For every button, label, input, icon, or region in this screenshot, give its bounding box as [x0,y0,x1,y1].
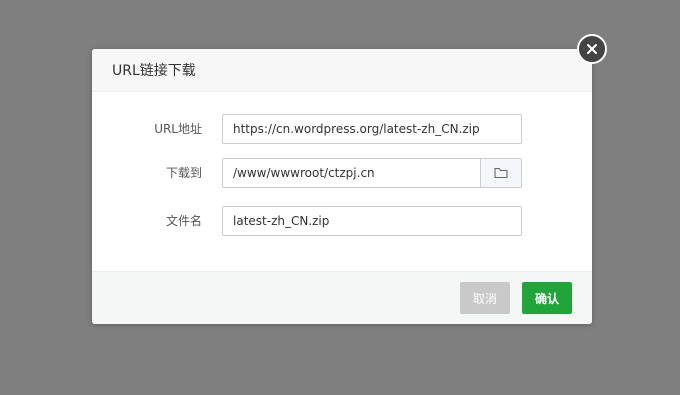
filename-input[interactable] [222,206,522,236]
dest-row: 下载到 [92,158,592,188]
url-label: URL地址 [154,122,202,136]
url-download-dialog: URL链接下载 URL地址 下载到 文件名 取消 确认 [92,49,592,324]
close-icon [586,40,598,59]
dialog-footer: 取消 确认 [92,271,592,324]
filename-label: 文件名 [165,214,202,228]
close-button[interactable] [577,34,607,64]
dialog-body: URL地址 下载到 文件名 [92,92,592,270]
folder-icon [494,164,508,183]
confirm-button[interactable]: 确认 [522,282,572,314]
filename-row: 文件名 [92,206,592,236]
dest-path-input[interactable] [222,158,481,188]
url-row: URL地址 [92,114,592,144]
dialog-title: URL链接下载 [92,49,592,92]
browse-folder-button[interactable] [480,158,522,188]
dest-label: 下载到 [165,166,202,180]
cancel-button[interactable]: 取消 [460,282,510,314]
url-input[interactable] [222,114,522,144]
